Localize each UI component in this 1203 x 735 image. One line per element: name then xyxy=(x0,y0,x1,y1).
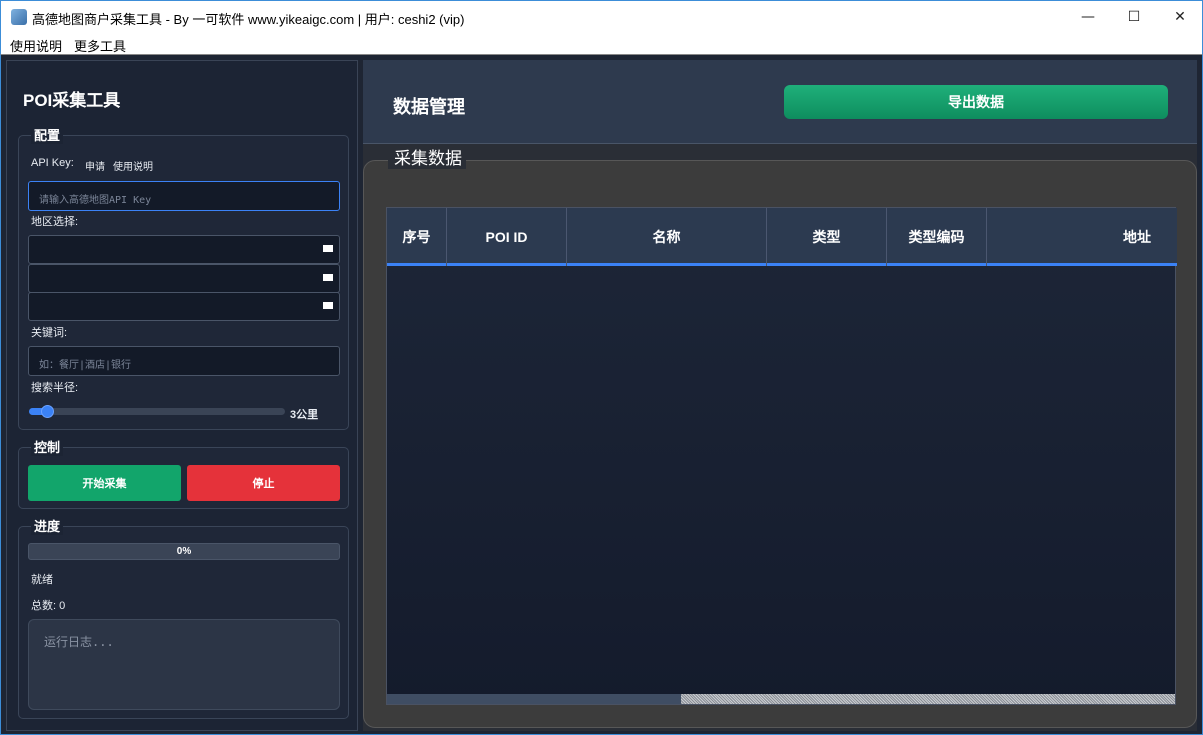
radius-slider[interactable] xyxy=(29,405,285,418)
column-header-type[interactable]: 类型 xyxy=(767,208,887,266)
start-button[interactable]: 开始采集 xyxy=(28,465,181,501)
app-title: POI采集工具 xyxy=(23,91,121,110)
help-link[interactable]: 使用说明 xyxy=(113,158,153,173)
keyword-label: 关键词: xyxy=(31,327,68,339)
menu-bar: 使用说明 更多工具 xyxy=(0,32,1203,54)
region-label: 地区选择: xyxy=(31,216,79,228)
horizontal-scrollbar[interactable] xyxy=(387,694,1175,704)
page-title: 数据管理 xyxy=(393,97,465,117)
main-header: 数据管理 导出数据 xyxy=(363,60,1197,144)
close-button[interactable]: ✕ xyxy=(1157,1,1203,32)
keyword-input[interactable]: 如：餐厅|酒店|银行 xyxy=(28,346,340,376)
api-key-input[interactable]: 请输入高德地图API Key xyxy=(28,181,340,211)
apply-link[interactable]: 申请 xyxy=(85,158,105,173)
title-bar: 高德地图商户采集工具 - By 一可软件 www.yikeaigc.com | … xyxy=(0,0,1203,32)
menu-help[interactable]: 使用说明 xyxy=(10,36,62,55)
sidebar: POI采集工具 配置 API Key: 申请 使用说明 请输入高德地图API K… xyxy=(6,60,358,731)
horizontal-scrollbar-thumb[interactable] xyxy=(387,694,681,704)
log-textarea[interactable]: 运行日志... xyxy=(28,619,340,710)
radius-value: 3公里 xyxy=(290,409,319,421)
radius-slider-handle[interactable] xyxy=(40,405,54,418)
column-header-index[interactable]: 序号 xyxy=(387,208,447,266)
progress-bar: 0% xyxy=(28,543,340,560)
column-header-address[interactable]: 地址 xyxy=(987,208,1203,266)
district-select[interactable] xyxy=(28,292,340,321)
total-count: 总数: 0 xyxy=(31,600,66,612)
column-header-poi-id[interactable]: POI ID xyxy=(447,208,567,266)
app-icon xyxy=(11,9,27,25)
collected-data-title: 采集数据 xyxy=(388,144,466,169)
table-header: 序号 POI ID 名称 类型 类型编码 地址 xyxy=(387,208,1177,266)
maximize-button[interactable]: ☐ xyxy=(1111,1,1157,32)
window-title: 高德地图商户采集工具 - By 一可软件 www.yikeaigc.com | … xyxy=(32,12,465,27)
main-panel: 数据管理 导出数据 采集数据 序号 POI ID 名称 类型 类型编码 地址 xyxy=(363,60,1197,731)
dropdown-arrow-icon xyxy=(323,274,333,281)
status-text: 就绪 xyxy=(31,574,53,586)
menu-more-tools[interactable]: 更多工具 xyxy=(74,36,126,55)
column-header-type-code[interactable]: 类型编码 xyxy=(887,208,987,266)
control-group: 控制 开始采集 停止 xyxy=(18,437,349,509)
province-select[interactable] xyxy=(28,235,340,264)
client-area: POI采集工具 配置 API Key: 申请 使用说明 请输入高德地图API K… xyxy=(0,54,1203,735)
stop-button[interactable]: 停止 xyxy=(187,465,340,501)
config-group: 配置 API Key: 申请 使用说明 请输入高德地图API Key 地区选择:… xyxy=(18,125,349,430)
dropdown-arrow-icon xyxy=(323,302,333,309)
control-group-title: 控制 xyxy=(31,437,64,456)
progress-group: 进度 0% 就绪 总数: 0 运行日志... xyxy=(18,516,349,719)
minimize-button[interactable]: — xyxy=(1065,1,1111,32)
progress-group-title: 进度 xyxy=(31,516,64,535)
export-button[interactable]: 导出数据 xyxy=(784,85,1168,119)
city-select[interactable] xyxy=(28,264,340,293)
data-table: 序号 POI ID 名称 类型 类型编码 地址 xyxy=(386,207,1177,705)
api-key-label: API Key: xyxy=(31,157,74,169)
config-group-title: 配置 xyxy=(31,125,64,144)
column-header-name[interactable]: 名称 xyxy=(567,208,767,266)
dropdown-arrow-icon xyxy=(323,245,333,252)
radius-label: 搜索半径: xyxy=(31,382,79,394)
collected-data-group: 采集数据 序号 POI ID 名称 类型 类型编码 地址 xyxy=(363,144,1197,728)
